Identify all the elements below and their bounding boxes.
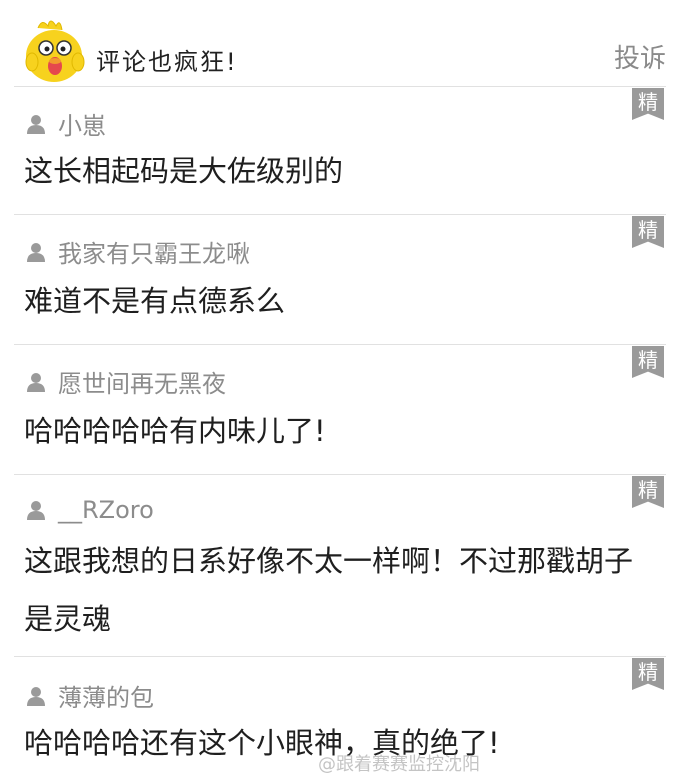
comment-item: 精 __RZoro 这跟我想的日系好像不太一样啊！不过那戳胡子是灵魂 [0, 474, 680, 656]
watermark: @跟着赛赛监控沈阳 [318, 754, 480, 775]
user-icon [27, 242, 45, 262]
featured-badge: 精 [632, 658, 664, 690]
featured-badge: 精 [632, 476, 664, 508]
featured-badge: 精 [632, 216, 664, 248]
comment-username[interactable]: 我家有只霸王龙啾 [58, 234, 250, 269]
user-icon [27, 501, 45, 520]
comments-header: 评论也疯狂! 投诉 [0, 0, 680, 86]
comment-username[interactable]: 薄薄的包 [58, 678, 154, 713]
comment-item: 精 小崽 这长相起码是大佐级别的 [0, 86, 680, 214]
user-icon [27, 686, 45, 706]
comment-text: 哈哈哈哈哈有内味儿了! [24, 414, 326, 448]
comment-text: 这跟我想的日系好像不太一样啊！不过那戳胡子是灵魂 [24, 544, 634, 636]
user-icon [27, 372, 45, 392]
report-button[interactable]: 投诉 [614, 38, 666, 75]
comment-item: 精 我家有只霸王龙啾 难道不是有点德系么 [0, 214, 680, 344]
comment-text: 这长相起码是大佐级别的 [24, 154, 344, 188]
comment-user-row: 我家有只霸王龙啾 [26, 234, 250, 269]
comment-username[interactable]: 小崽 [58, 106, 106, 141]
comment-username[interactable]: __RZoro [58, 496, 154, 524]
comment-username[interactable]: 愿世间再无黑夜 [58, 364, 226, 399]
chick-mascot-icon [25, 20, 85, 82]
comment-user-row: 薄薄的包 [26, 678, 154, 713]
comment-user-row: 小崽 [26, 106, 106, 141]
comment-text: 难道不是有点德系么 [24, 284, 286, 318]
user-icon [27, 114, 45, 134]
comment-item: 精 愿世间再无黑夜 哈哈哈哈哈有内味儿了! [0, 344, 680, 474]
comment-user-row: __RZoro [26, 496, 154, 524]
featured-badge: 精 [632, 88, 664, 120]
comment-user-row: 愿世间再无黑夜 [26, 364, 226, 399]
header-title: 评论也疯狂! [96, 48, 238, 76]
featured-badge: 精 [632, 346, 664, 378]
